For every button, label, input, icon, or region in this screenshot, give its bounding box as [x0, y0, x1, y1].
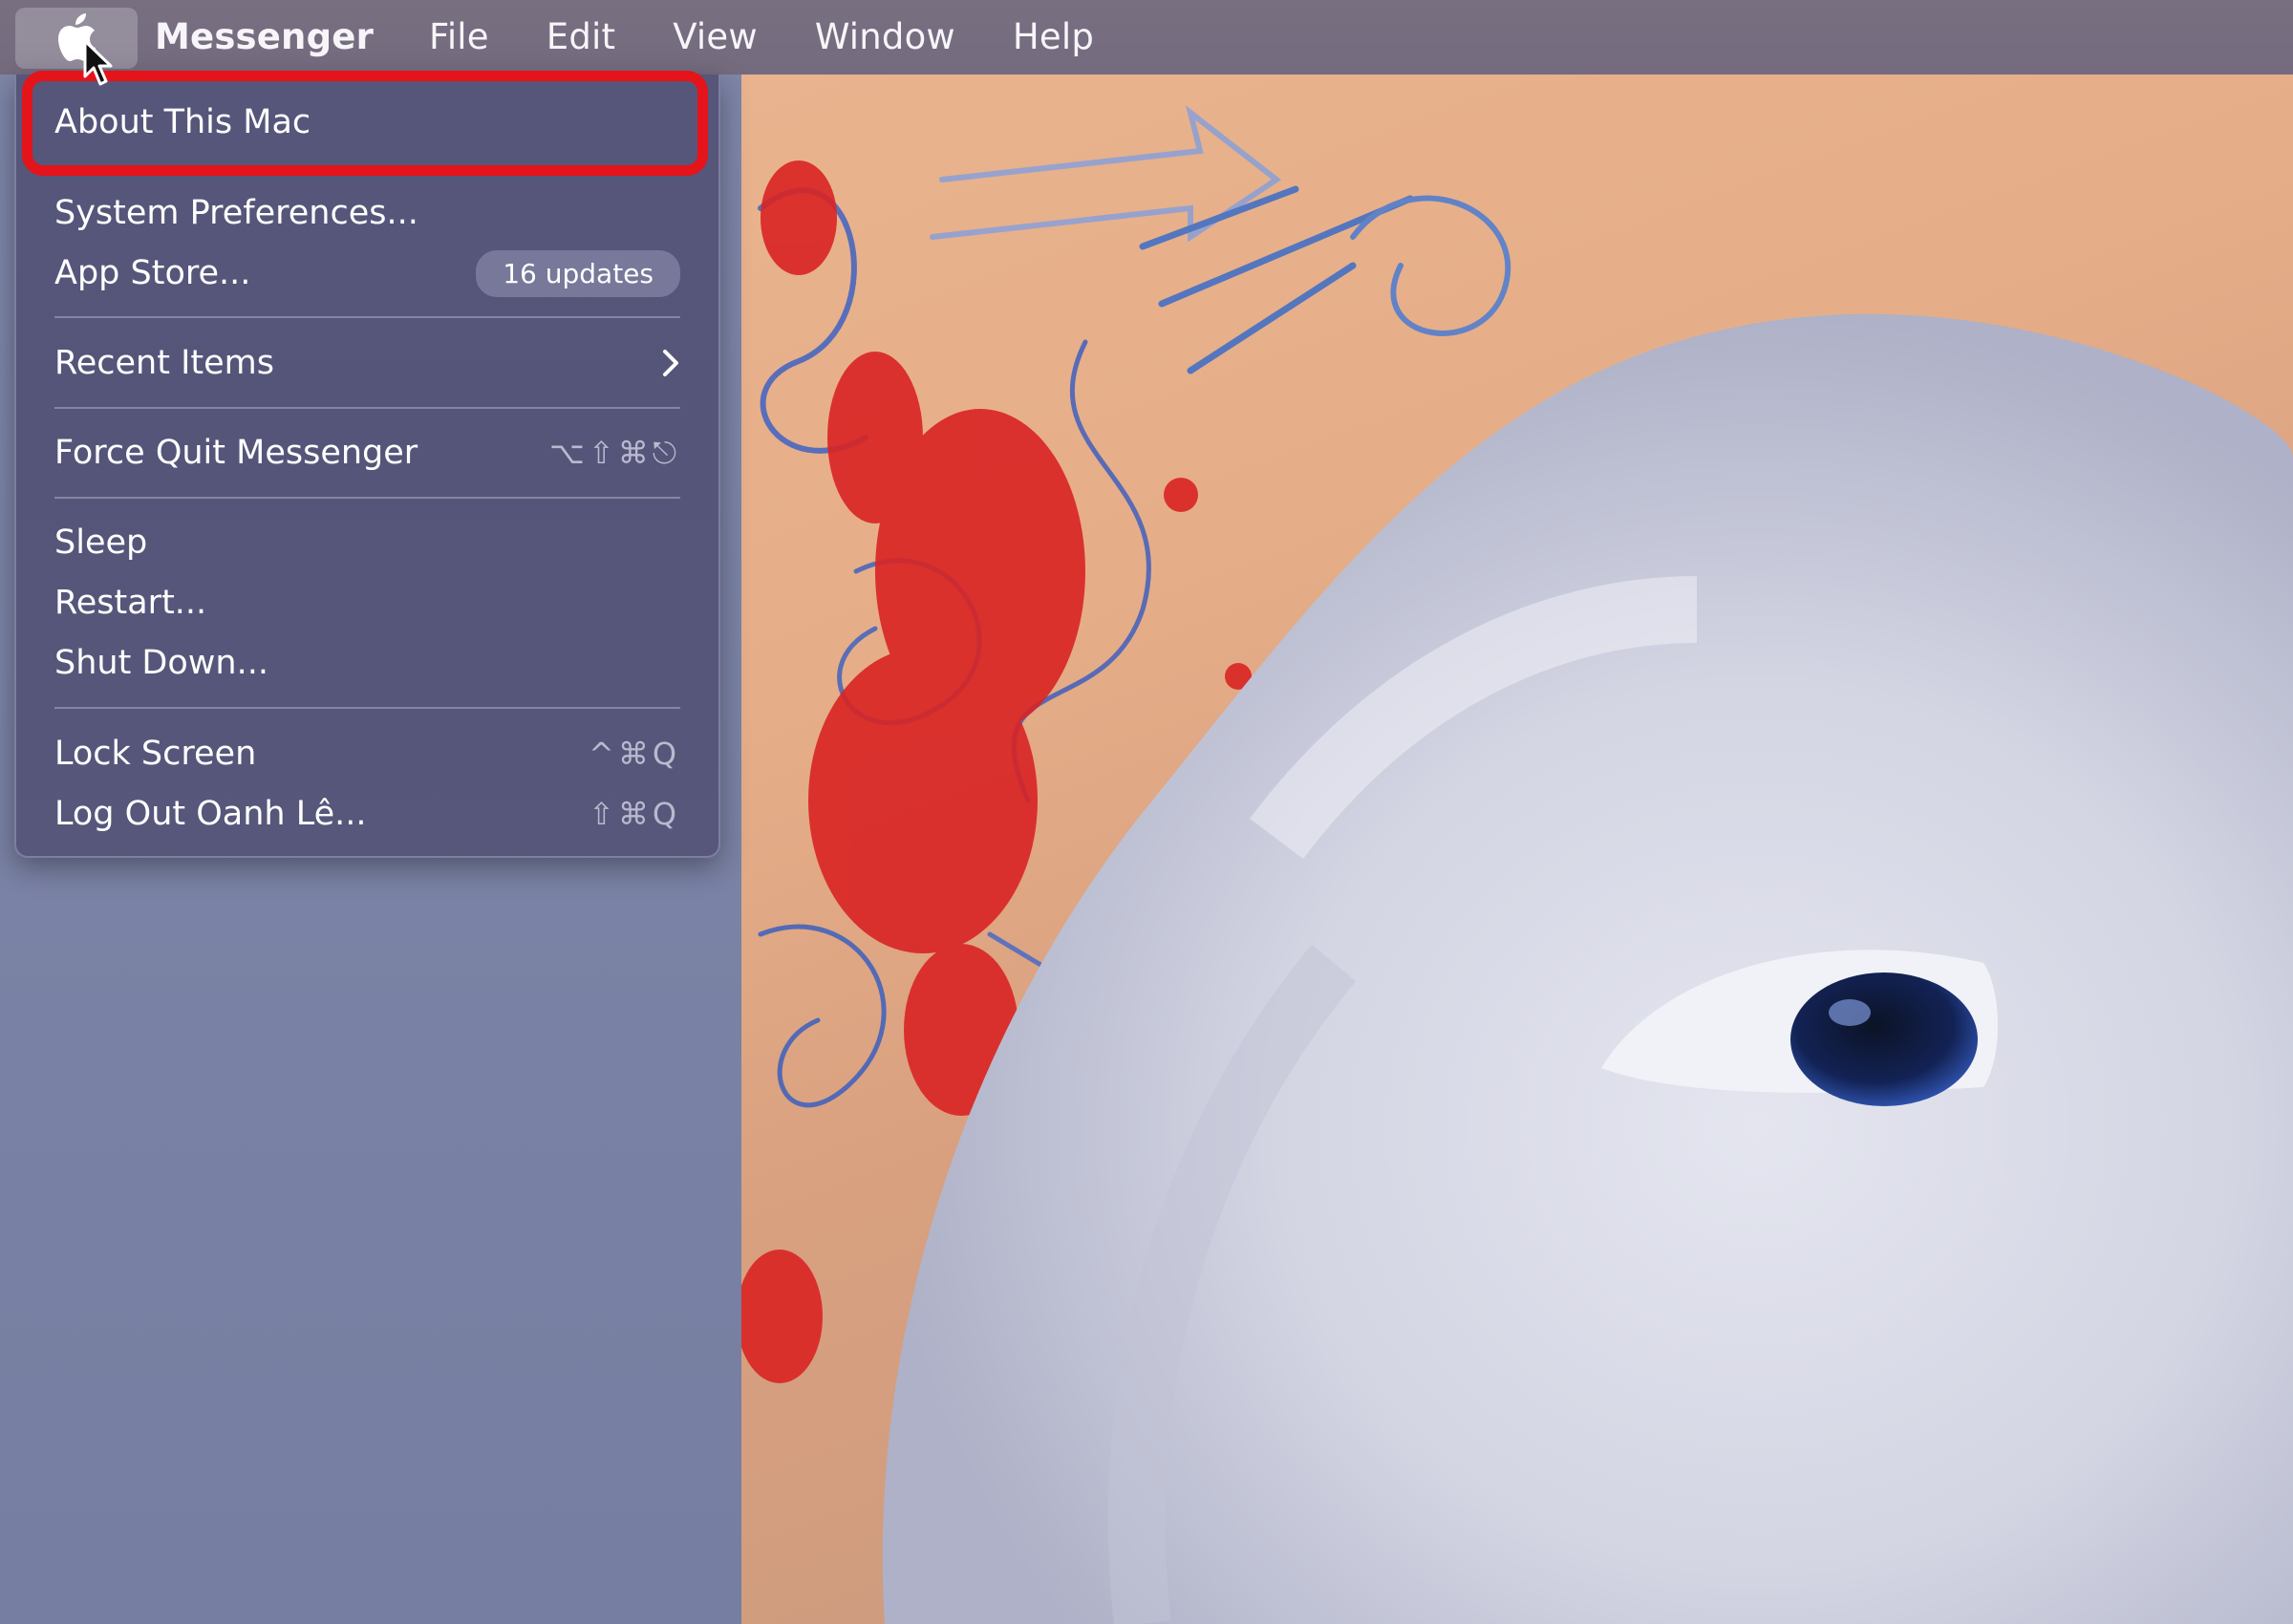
- menu-separator: [54, 497, 680, 499]
- menu-item-restart[interactable]: Restart...: [54, 574, 680, 631]
- menubar-window[interactable]: Window: [815, 0, 955, 75]
- menu-item-lock-screen[interactable]: Lock Screen ^⌘Q: [54, 725, 680, 782]
- menu-item-app-store[interactable]: App Store... 16 updates: [54, 245, 680, 302]
- menubar-app-name[interactable]: Messenger: [155, 0, 374, 75]
- menu-separator: [54, 707, 680, 709]
- menu-item-recent-items[interactable]: Recent Items: [54, 334, 680, 392]
- menu-item-label: Restart...: [54, 584, 207, 622]
- mouse-pointer-icon: [83, 39, 113, 86]
- menu-item-label: System Preferences...: [54, 194, 418, 232]
- wallpaper-illustration: [741, 105, 2293, 1624]
- menu-item-force-quit[interactable]: Force Quit Messenger ⌥⇧⌘⎋: [54, 424, 680, 481]
- highlight-annotation: [22, 71, 708, 176]
- menu-item-sleep[interactable]: Sleep: [54, 514, 680, 571]
- menu-item-label: Shut Down...: [54, 644, 268, 682]
- menubar-help[interactable]: Help: [1013, 0, 1094, 75]
- menu-separator: [54, 316, 680, 318]
- menu-item-log-out[interactable]: Log Out Oanh Lê... ⇧⌘Q: [54, 785, 680, 843]
- menubar-file[interactable]: File: [429, 0, 489, 75]
- menu-item-label: Force Quit Messenger: [54, 434, 418, 472]
- apple-menu-dropdown: About This Mac System Preferences... App…: [14, 75, 720, 858]
- lock-screen-shortcut: ^⌘Q: [589, 736, 680, 772]
- menu-separator: [54, 407, 680, 409]
- chevron-right-icon: [661, 349, 680, 377]
- log-out-shortcut: ⇧⌘Q: [589, 796, 680, 832]
- menu-item-system-preferences[interactable]: System Preferences...: [54, 184, 680, 242]
- menu-item-label: Sleep: [54, 524, 148, 562]
- force-quit-shortcut: ⌥⇧⌘⎋: [549, 434, 680, 471]
- menu-bar: Messenger File Edit View Window Help: [0, 0, 2293, 75]
- menu-item-label: Recent Items: [54, 344, 274, 382]
- menubar-view[interactable]: View: [673, 0, 758, 75]
- menubar-edit[interactable]: Edit: [546, 0, 615, 75]
- updates-badge: 16 updates: [476, 249, 680, 297]
- wallpaper-image: [741, 75, 2293, 1624]
- menu-item-label: Lock Screen: [54, 735, 257, 773]
- menu-item-label: App Store...: [54, 254, 251, 292]
- apple-menu-button[interactable]: [15, 8, 138, 69]
- menu-item-label: Log Out Oanh Lê...: [54, 795, 367, 833]
- menu-item-shut-down[interactable]: Shut Down...: [54, 634, 680, 692]
